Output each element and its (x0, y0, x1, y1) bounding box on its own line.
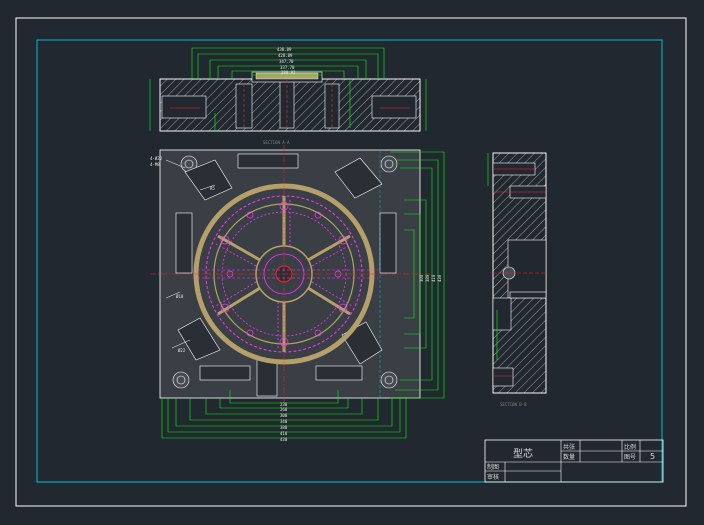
label-quantity: 数量 (563, 453, 575, 461)
bottom-dim-2: 410 (280, 431, 288, 436)
bottom-dim-1: 430 (280, 437, 288, 442)
top-section-view[interactable]: 438.89 428.89 347.70 337.70 280.92 SECTI… (149, 47, 427, 145)
main-plan-view[interactable]: 430 410 380 300 430 410 380 340 300 260 … (150, 145, 445, 442)
bottom-dim-4: 340 (280, 419, 288, 424)
label-drawing-no: 图号 (624, 454, 636, 461)
cad-drawing-canvas[interactable]: 438.89 428.89 347.70 337.70 280.92 SECTI… (0, 0, 704, 525)
title-block[interactable]: 型芯 共张 数量 比例 图号 5 制图 审核 (484, 439, 664, 483)
right-dim-2: 410 (431, 274, 436, 282)
section-right-label: SECTION B-B (500, 402, 527, 407)
label-radius: R5 (210, 186, 215, 191)
label-checked: 审核 (487, 473, 499, 481)
top-dim-3: 347.70 (279, 59, 294, 64)
right-section-view[interactable]: SECTION B-B (487, 152, 547, 407)
right-dim-4: 300 (419, 274, 424, 282)
right-dim-1: 430 (437, 274, 442, 282)
bottom-dim-5: 300 (280, 413, 288, 418)
drawing-no-value: 5 (650, 452, 655, 461)
bottom-dim-6: 260 (280, 407, 288, 412)
label-scale: 比例 (624, 443, 636, 451)
section-top-label: SECTION A-A (263, 140, 290, 145)
top-dim-5: 280.92 (281, 70, 296, 75)
cad-drawing[interactable]: 438.89 428.89 347.70 337.70 280.92 SECTI… (0, 0, 704, 525)
top-dim-1: 438.89 (277, 47, 292, 52)
right-dim-3: 380 (425, 274, 430, 282)
label-dia-2: Ø22 (178, 348, 186, 353)
part-name: 型芯 (513, 447, 533, 460)
bottom-dim-3: 380 (280, 425, 288, 430)
label-holes-1: 4-Ø22 (150, 156, 163, 161)
top-dim-2: 428.89 (278, 53, 293, 58)
label-dia-1: Ø10 (176, 294, 184, 299)
label-holes-2: 4-M8 (150, 162, 160, 167)
label-drafted: 制图 (487, 463, 499, 471)
label-sheet-count: 共张 (563, 443, 575, 451)
bottom-dim-7: 230 (280, 402, 288, 407)
